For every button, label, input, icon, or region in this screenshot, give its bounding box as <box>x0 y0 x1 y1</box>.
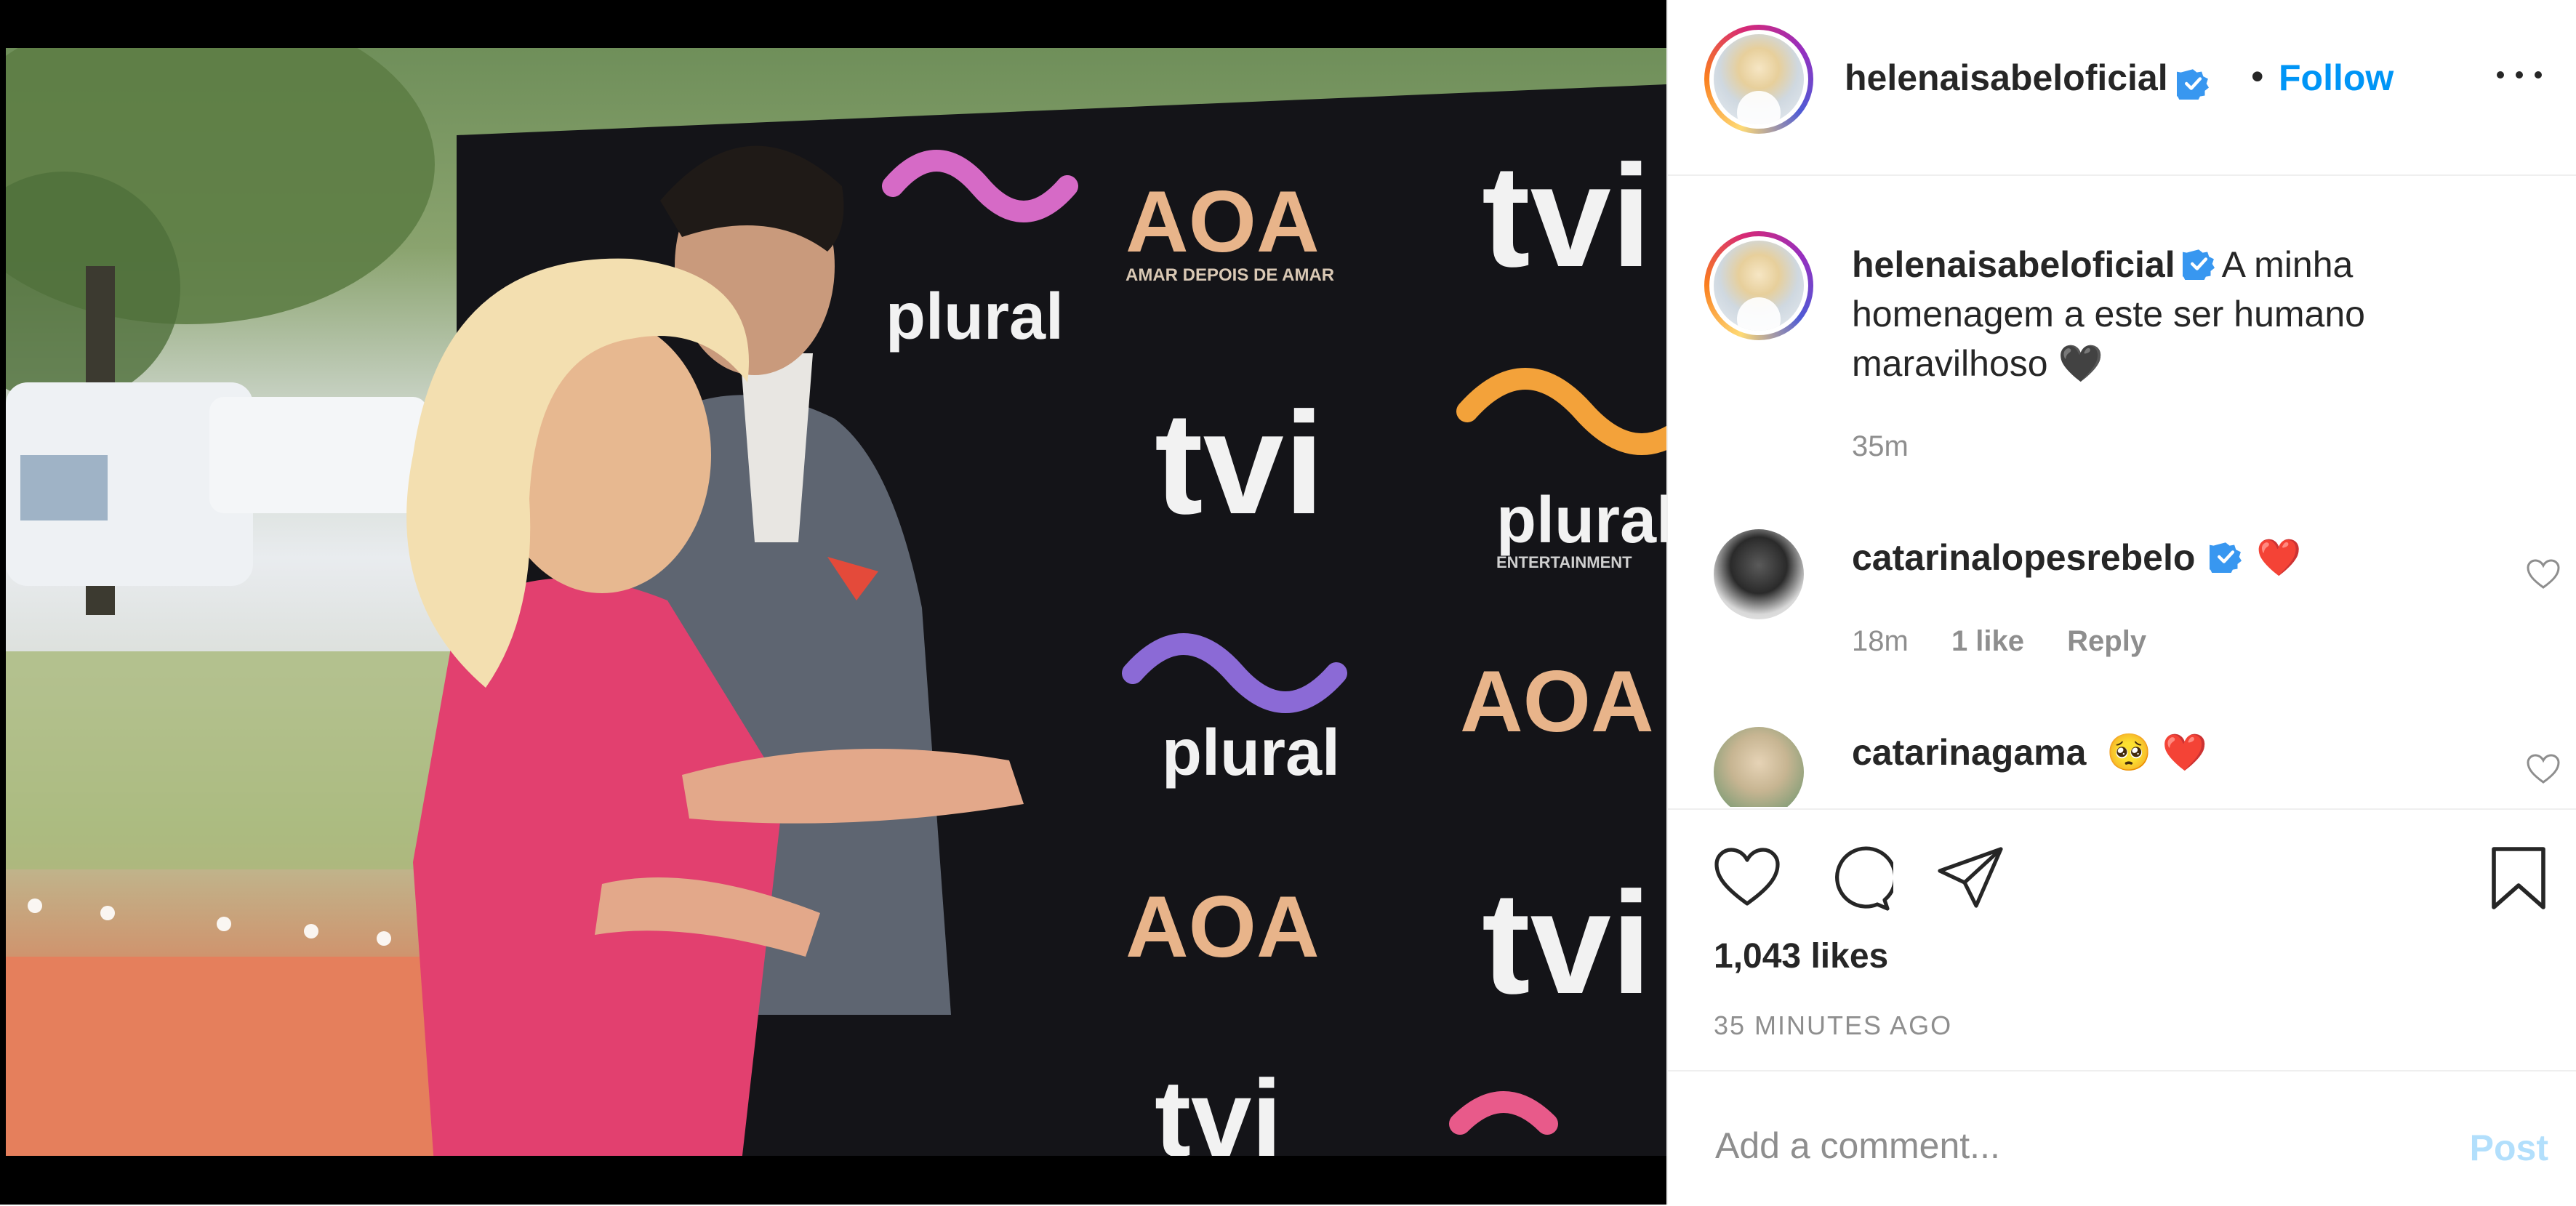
caption-avatar[interactable] <box>1704 231 1813 340</box>
reply-button[interactable]: Reply <box>2067 625 2146 657</box>
post-sidebar: helenaisabeloficial • Follow helenaisabe… <box>1666 0 2576 1205</box>
author-avatar[interactable] <box>1704 25 1813 134</box>
caption-username[interactable]: helenaisabeloficial <box>1852 244 2175 285</box>
comment-composer: Post <box>1668 1070 2576 1206</box>
heart-icon[interactable] <box>1712 845 1782 910</box>
comment-likes[interactable]: 1 like <box>1951 625 2024 657</box>
backdrop-logo-aoa-2: AOA <box>1460 653 1654 750</box>
like-comment-heart-icon[interactable] <box>2526 558 2561 590</box>
backdrop-logo-plural-2: plural <box>1496 484 1666 557</box>
backdrop-logo-tvi: tvi <box>1482 135 1651 297</box>
header-separator: • <box>2251 56 2264 97</box>
comment-item: catarinalopesrebelo ❤️ <box>1852 536 2302 579</box>
comment-icon[interactable] <box>1823 845 1893 912</box>
comment-time: 18m <box>1852 625 1909 657</box>
share-icon[interactable] <box>1935 845 2005 909</box>
backdrop-logo-aoa: AOA <box>1126 173 1320 270</box>
post-timestamp: 35 MINUTES AGO <box>1714 1010 1953 1040</box>
comment-avatar[interactable] <box>1714 727 1804 807</box>
comment-meta: 18m 1 like Reply <box>1852 625 2181 658</box>
post-header: helenaisabeloficial • Follow <box>1668 0 2576 176</box>
backdrop-logo-plural-3: plural <box>1162 717 1340 789</box>
post-media[interactable]: AOA AMAR DEPOIS DE AMAR tvi plural tvi p… <box>0 0 1666 1205</box>
comment-item: catarinagama 🥺 ❤️ <box>1852 731 2207 774</box>
comments-list[interactable]: helenaisabeloficial A minha homenagem a … <box>1668 176 2576 807</box>
bookmark-icon[interactable] <box>2489 845 2548 912</box>
comment-username[interactable]: catarinagama <box>1852 732 2086 773</box>
comment-input[interactable] <box>1714 1119 2371 1172</box>
comment-body: ❤️ <box>2256 537 2302 578</box>
follow-button[interactable]: Follow <box>2279 57 2394 99</box>
post-caption: helenaisabeloficial A minha homenagem a … <box>1852 240 2506 388</box>
author-username[interactable]: helenaisabeloficial <box>1845 57 2168 98</box>
backdrop-logo-tvi-4: tvi <box>1155 1057 1282 1156</box>
author-name-row: helenaisabeloficial <box>1845 57 2210 100</box>
backdrop-logo-tvi-3: tvi <box>1482 862 1651 1024</box>
backdrop-logo-subtitle: AMAR DEPOIS DE AMAR <box>1126 265 1334 285</box>
backdrop-logo-aoa-3: AOA <box>1126 878 1320 976</box>
comment-username[interactable]: catarinalopesrebelo <box>1852 537 2195 578</box>
verified-badge-icon <box>2177 68 2210 100</box>
backdrop-logo-tvi-2: tvi <box>1155 382 1324 544</box>
backdrop-logo-plural: plural <box>886 281 1064 353</box>
comment-body: 🥺 ❤️ <box>2106 732 2207 773</box>
backdrop-logo-entertainment: ENTERTAINMENT <box>1496 553 1632 571</box>
verified-badge-icon <box>2210 542 2242 573</box>
verified-badge-icon <box>2182 249 2215 280</box>
likes-count[interactable]: 1,043 likes <box>1714 936 1888 976</box>
post-photo: AOA AMAR DEPOIS DE AMAR tvi plural tvi p… <box>6 48 1666 1156</box>
more-options-icon[interactable] <box>2497 64 2549 86</box>
caption-timestamp: 35m <box>1852 430 1909 462</box>
post-actions: 1,043 likes 35 MINUTES AGO <box>1668 808 2576 1072</box>
post-comment-button[interactable]: Post <box>2470 1127 2548 1169</box>
comment-avatar[interactable] <box>1714 529 1804 619</box>
photo-illustration: AOA AMAR DEPOIS DE AMAR tvi plural tvi p… <box>6 48 1666 1156</box>
like-comment-heart-icon[interactable] <box>2526 753 2561 785</box>
